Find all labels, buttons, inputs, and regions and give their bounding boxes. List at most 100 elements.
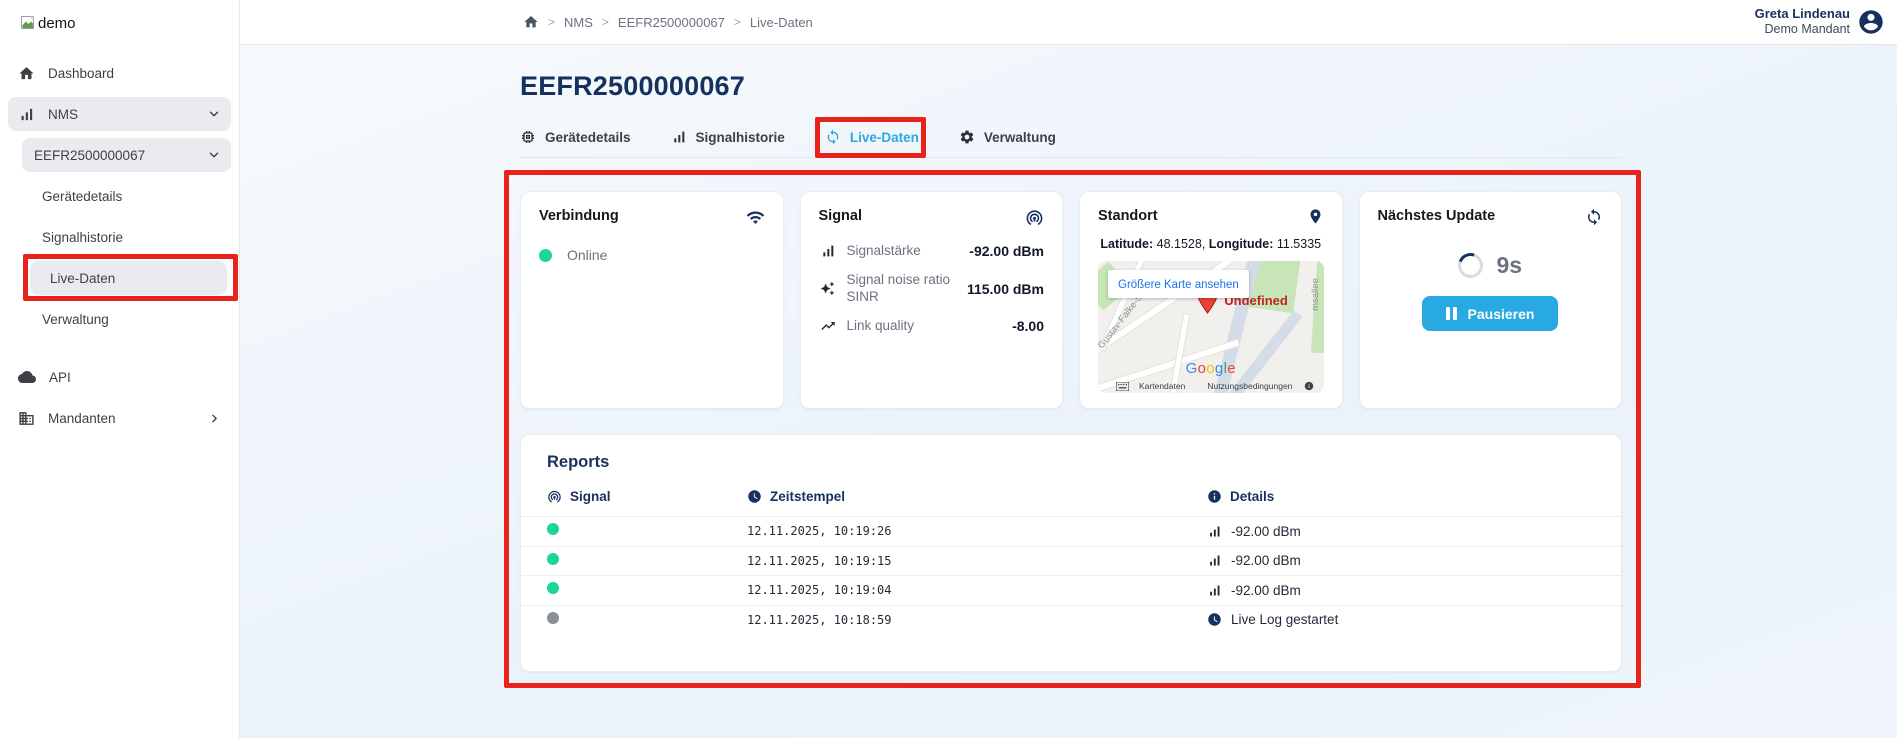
signal-bars-icon xyxy=(1207,583,1222,598)
card-standort: Standort Latitude: 48.1528, Longitude: 1… xyxy=(1079,191,1343,409)
metric-value: 115.00 dBm xyxy=(967,281,1044,297)
user-menu[interactable]: Greta Lindenau Demo Mandant xyxy=(1755,6,1885,38)
chevron-down-icon xyxy=(207,148,221,162)
column-header-signal: Signal xyxy=(547,489,747,504)
tab-signalhistorie[interactable]: Signalhistorie xyxy=(671,129,785,145)
tab-label: Signalhistorie xyxy=(696,130,785,145)
breadcrumb-separator: > xyxy=(602,15,609,29)
sidebar: demo Dashboard NMS EEFR2500000067 Geräte… xyxy=(0,0,240,738)
table-row[interactable]: 12.11.2025, 10:19:04 -92.00 dBm xyxy=(521,575,1621,605)
table-row[interactable]: 12.11.2025, 10:19:15 -92.00 dBm xyxy=(521,546,1621,576)
tab-geraetedetails[interactable]: Gerätedetails xyxy=(520,129,631,145)
sidebar-item-label: Verwaltung xyxy=(42,312,109,327)
sidebar-item-dashboard[interactable]: Dashboard xyxy=(8,56,231,90)
signal-strength-row: Signalstärke -92.00 dBm xyxy=(819,243,1045,260)
sidebar-nav: Dashboard NMS EEFR2500000067 Gerätedetai… xyxy=(0,46,239,435)
countdown: 9s xyxy=(1378,252,1604,279)
table-row[interactable]: 12.11.2025, 10:18:59 Live Log gestartet xyxy=(521,605,1621,635)
breadcrumb-item-nms[interactable]: NMS xyxy=(564,15,593,30)
link-quality-row: Link quality -8.00 xyxy=(819,318,1045,335)
sidebar-item-device[interactable]: EEFR2500000067 xyxy=(22,138,231,172)
metric-label: Signal noise ratio SINR xyxy=(847,272,957,306)
sidebar-item-geraetedetails[interactable]: Gerätedetails xyxy=(8,179,231,213)
breadcrumb-separator: > xyxy=(548,15,555,29)
signal-bars-icon xyxy=(819,243,837,259)
signal-bars-icon xyxy=(18,106,35,123)
avatar-icon[interactable] xyxy=(1857,8,1885,36)
tab-label: Live-Daten xyxy=(850,130,919,145)
status-cards: Verbindung Online Signal xyxy=(520,191,1622,409)
metric-label: Link quality xyxy=(847,318,915,335)
status-dot-online xyxy=(547,582,559,594)
top-bar: > NMS > EEFR2500000067 > Live-Daten Gret… xyxy=(240,0,1897,45)
larger-map-link[interactable]: Größere Karte ansehen xyxy=(1108,270,1249,298)
card-title: Verbindung xyxy=(539,208,619,224)
sidebar-item-signalhistorie[interactable]: Signalhistorie xyxy=(8,220,231,254)
pause-icon xyxy=(1446,307,1457,320)
tab-verwaltung[interactable]: Verwaltung xyxy=(959,129,1056,145)
sidebar-item-verwaltung[interactable]: Verwaltung xyxy=(8,302,231,336)
status-dot-online xyxy=(547,553,559,565)
reports-table-header: Signal Zeitstempel Details xyxy=(521,476,1621,516)
sidebar-item-mandanten[interactable]: Mandanten xyxy=(8,401,231,435)
google-logo: Google xyxy=(1186,360,1236,377)
reports-card: Reports Signal Zeitstempel xyxy=(520,434,1622,672)
google-map-embed[interactable]: Größere Karte ansehen Gustav-Falke-Str. … xyxy=(1098,261,1324,393)
gear-icon xyxy=(959,129,975,145)
app-logo[interactable]: demo xyxy=(0,0,239,46)
row-detail: -92.00 dBm xyxy=(1231,524,1301,539)
sidebar-item-api[interactable]: API xyxy=(8,360,231,394)
clock-icon xyxy=(747,489,762,504)
wifi-icon xyxy=(746,208,765,227)
clock-icon xyxy=(1207,612,1222,627)
trending-up-icon xyxy=(819,318,837,334)
broken-image-icon xyxy=(20,15,36,31)
column-header-label: Details xyxy=(1230,489,1274,504)
breadcrumb-separator: > xyxy=(734,15,741,29)
longitude-label: Longitude: xyxy=(1209,237,1274,251)
user-org: Demo Mandant xyxy=(1755,22,1850,38)
map-info-icon[interactable] xyxy=(1304,381,1314,391)
main-content: EEFR2500000067 Gerätedetails Signalhisto… xyxy=(240,45,1897,738)
tab-label: Gerätedetails xyxy=(545,130,631,145)
row-timestamp: 12.11.2025, 10:19:04 xyxy=(747,583,1207,597)
sidebar-item-nms[interactable]: NMS xyxy=(8,97,231,131)
info-icon xyxy=(1207,489,1222,504)
tab-livedaten[interactable]: Live-Daten xyxy=(825,129,919,145)
coordinates: Latitude: 48.1528, Longitude: 11.5335 xyxy=(1098,237,1324,251)
page-title: EEFR2500000067 xyxy=(520,71,1622,102)
home-icon xyxy=(18,65,35,82)
reports-title: Reports xyxy=(521,453,1621,472)
countdown-value: 9s xyxy=(1496,252,1522,279)
breadcrumb-item-livedaten[interactable]: Live-Daten xyxy=(750,15,813,30)
home-icon[interactable] xyxy=(523,14,539,30)
table-row[interactable]: 12.11.2025, 10:19:26 -92.00 dBm xyxy=(521,516,1621,546)
online-status-dot xyxy=(539,249,552,262)
keyboard-icon xyxy=(1116,382,1129,391)
pause-button[interactable]: Pausieren xyxy=(1422,296,1558,331)
countdown-spinner xyxy=(1454,249,1487,282)
sidebar-item-livedaten[interactable]: Live-Daten xyxy=(30,261,227,295)
row-detail: -92.00 dBm xyxy=(1231,583,1301,598)
breadcrumb-item-device[interactable]: EEFR2500000067 xyxy=(618,15,725,30)
card-title: Nächstes Update xyxy=(1378,208,1496,224)
sidebar-item-label: Live-Daten xyxy=(50,271,115,286)
larger-map-link-label: Größere Karte ansehen xyxy=(1118,279,1239,291)
row-timestamp: 12.11.2025, 10:19:15 xyxy=(747,554,1207,568)
column-header-zeitstempel: Zeitstempel xyxy=(747,489,1207,504)
map-terms-link[interactable]: Nutzungsbedingungen xyxy=(1207,381,1292,391)
sidebar-item-label: Gerätedetails xyxy=(42,189,122,204)
card-verbindung: Verbindung Online xyxy=(520,191,784,409)
sparkles-icon xyxy=(819,281,837,296)
sinr-row: Signal noise ratio SINR 115.00 dBm xyxy=(819,272,1045,306)
refresh-icon xyxy=(1585,208,1603,226)
street-label-vertical: msallee xyxy=(1310,278,1321,311)
column-header-label: Zeitstempel xyxy=(770,489,845,504)
map-data-label[interactable]: Kartendaten xyxy=(1139,381,1185,391)
building-icon xyxy=(18,410,35,427)
chevron-down-icon xyxy=(207,107,221,121)
status-dot-neutral xyxy=(547,612,559,624)
sidebar-item-label: API xyxy=(49,370,71,385)
card-signal: Signal Signalstärke -92.00 dBm xyxy=(800,191,1064,409)
user-info: Greta Lindenau Demo Mandant xyxy=(1755,6,1850,38)
